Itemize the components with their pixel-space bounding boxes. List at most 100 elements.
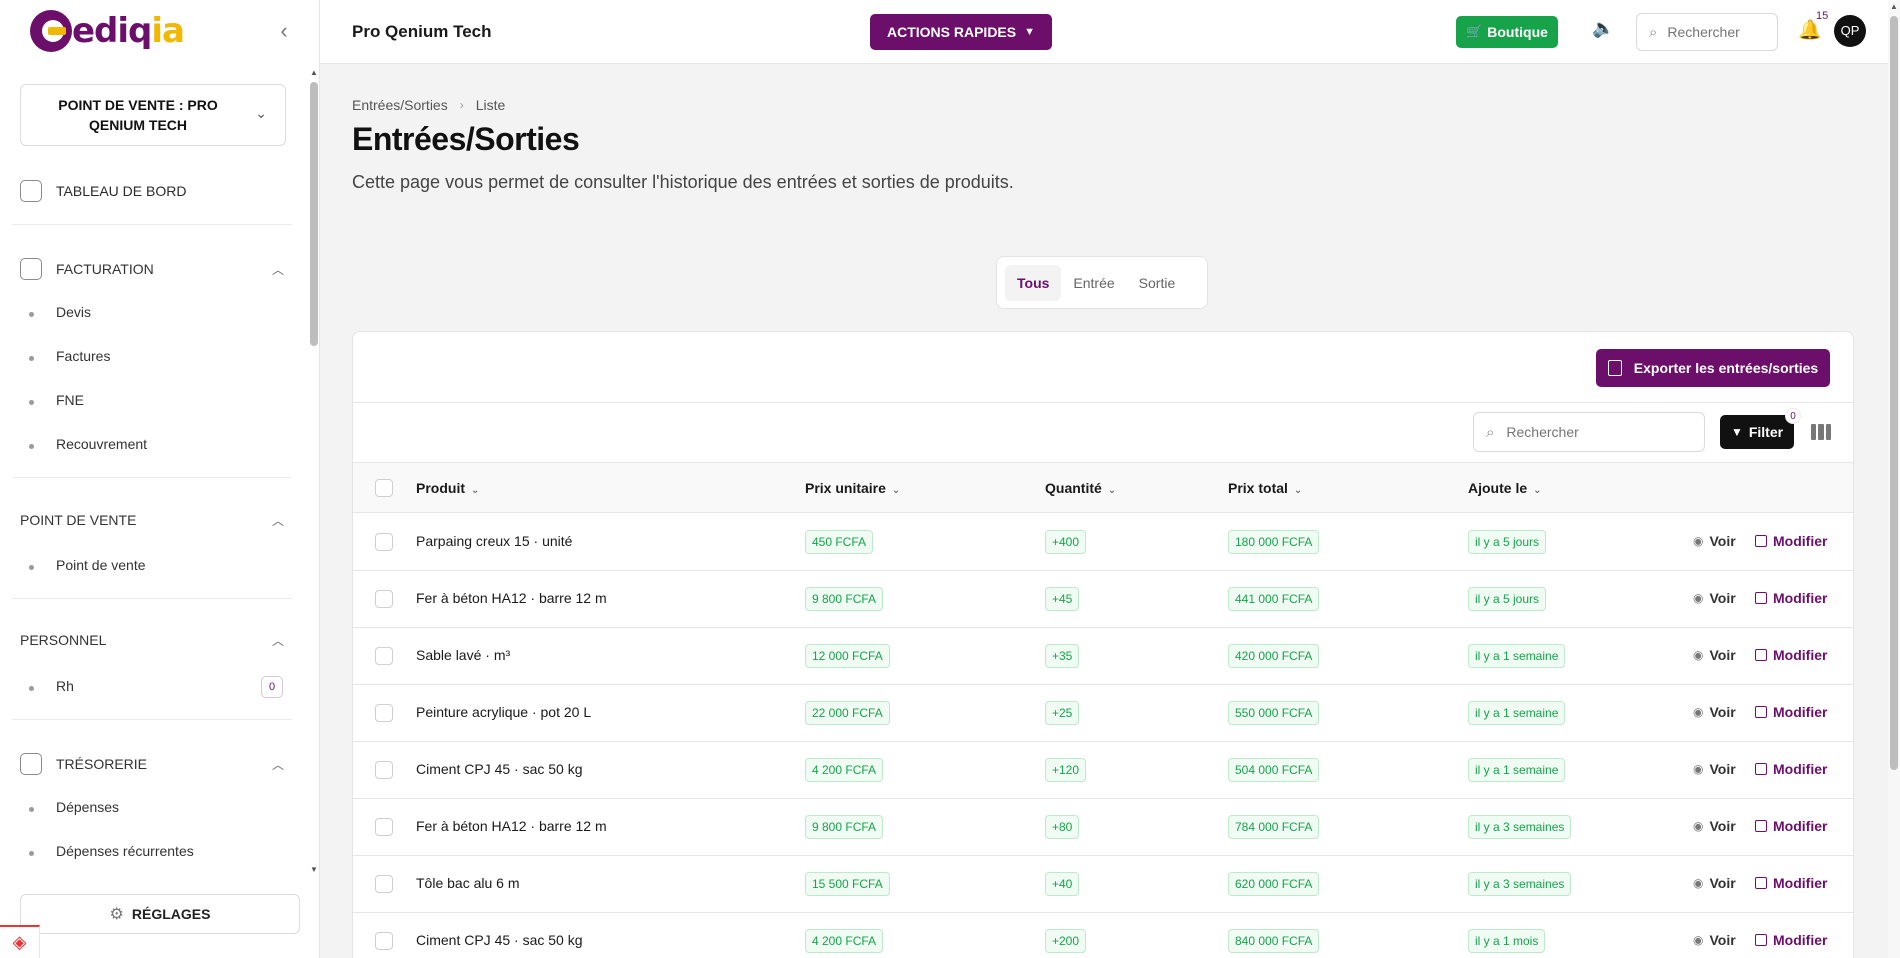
scrollbar-thumb[interactable] bbox=[310, 82, 318, 346]
column-label: Prix unitaire bbox=[805, 480, 886, 496]
laravel-debug-icon[interactable]: ◈ bbox=[0, 925, 40, 958]
quantity-badge: +40 bbox=[1045, 872, 1080, 896]
page-scrollbar[interactable]: ▲ bbox=[1888, 0, 1900, 958]
view-label: Voir bbox=[1709, 533, 1736, 549]
section-tresorerie[interactable]: TRÉSORERIE ︿ bbox=[20, 753, 288, 775]
row-checkbox[interactable] bbox=[375, 875, 393, 893]
tab-tous[interactable]: Tous bbox=[1005, 264, 1062, 301]
scroll-down-icon[interactable]: ▼ bbox=[310, 865, 318, 874]
columns-icon[interactable] bbox=[1811, 424, 1831, 440]
global-search[interactable]: ⌕ bbox=[1636, 13, 1778, 51]
view-button[interactable]: ◉ Voir bbox=[1693, 590, 1736, 606]
avatar[interactable]: QP bbox=[1834, 15, 1866, 47]
sidebar-item-point-de-vente[interactable]: Point de vente bbox=[56, 557, 146, 573]
view-button[interactable]: ◉ Voir bbox=[1693, 875, 1736, 891]
view-label: Voir bbox=[1709, 875, 1736, 891]
section-facturation[interactable]: FACTURATION ︿ bbox=[20, 258, 288, 280]
added-date-badge: il y a 1 semaine bbox=[1468, 644, 1566, 668]
sidebar-item-devis[interactable]: Devis bbox=[56, 304, 91, 320]
edit-button[interactable]: Modifier bbox=[1755, 647, 1827, 663]
unit-price-badge: 22 000 FCFA bbox=[805, 701, 890, 725]
column-ajoute-le[interactable]: Ajoute le ⌄ bbox=[1468, 480, 1542, 496]
ediqia-logo[interactable]: ediqia bbox=[30, 10, 185, 52]
section-point-de-vente[interactable]: POINT DE VENTE ︿ bbox=[20, 512, 288, 528]
speaker-icon[interactable]: 🔈 bbox=[1592, 18, 1614, 39]
sidebar-item-label: TABLEAU DE BORD bbox=[56, 183, 187, 199]
sidebar-item-factures[interactable]: Factures bbox=[56, 348, 110, 364]
chevron-up-icon: ︿ bbox=[271, 262, 284, 277]
view-button[interactable]: ◉ Voir bbox=[1693, 704, 1736, 720]
edit-label: Modifier bbox=[1773, 533, 1828, 549]
section-personnel[interactable]: PERSONNEL ︿ bbox=[20, 632, 288, 648]
scrollbar-thumb[interactable] bbox=[1890, 16, 1898, 770]
column-quantite[interactable]: Quantité ⌄ bbox=[1045, 480, 1116, 496]
tab-sortie[interactable]: Sortie bbox=[1127, 265, 1188, 301]
settings-button[interactable]: ⚙ RÉGLAGES bbox=[20, 894, 300, 934]
select-all-checkbox[interactable] bbox=[375, 479, 393, 497]
divider bbox=[12, 719, 292, 720]
column-prix-unitaire[interactable]: Prix unitaire ⌄ bbox=[805, 480, 900, 496]
scroll-up-icon[interactable]: ▲ bbox=[1890, 2, 1898, 11]
point-of-sale-selector[interactable]: POINT DE VENTE : PRO QENIUM TECH ⌄ bbox=[20, 84, 286, 146]
quick-actions-button[interactable]: ACTIONS RAPIDES ▼ bbox=[870, 14, 1052, 50]
breadcrumb-link[interactable]: Entrées/Sorties bbox=[352, 97, 448, 113]
edit-button[interactable]: Modifier bbox=[1755, 932, 1827, 948]
row-checkbox[interactable] bbox=[375, 647, 393, 665]
table-row: Ciment CPJ 45 · sac 50 kg 4 200 FCFA +120 5… bbox=[353, 742, 1853, 799]
column-label: Produit bbox=[416, 480, 465, 496]
view-button[interactable]: ◉ Voir bbox=[1693, 533, 1736, 549]
edit-button[interactable]: Modifier bbox=[1755, 704, 1827, 720]
view-button[interactable]: ◉ Voir bbox=[1693, 761, 1736, 777]
view-button[interactable]: ◉ Voir bbox=[1693, 818, 1736, 834]
edit-button[interactable]: Modifier bbox=[1755, 590, 1827, 606]
type-tabs: Tous Entrée Sortie bbox=[996, 256, 1208, 309]
view-label: Voir bbox=[1709, 704, 1736, 720]
top-bar: Pro Qenium Tech ACTIONS RAPIDES ▼ 🛒 Bout… bbox=[320, 0, 1888, 64]
eye-icon: ◉ bbox=[1693, 705, 1704, 719]
view-label: Voir bbox=[1709, 761, 1736, 777]
sidebar-scrollbar[interactable]: ▲ ▼ bbox=[308, 64, 320, 876]
table-search[interactable]: ⌕ bbox=[1473, 412, 1705, 452]
export-label: Exporter les entrées/sorties bbox=[1633, 360, 1819, 376]
logo-mark-icon bbox=[30, 10, 72, 52]
chevron-down-icon: ⌄ bbox=[891, 485, 901, 496]
row-checkbox[interactable] bbox=[375, 761, 393, 779]
unit-price-badge: 9 800 FCFA bbox=[805, 587, 884, 611]
filter-button[interactable]: ▼ Filter bbox=[1720, 415, 1794, 449]
row-checkbox[interactable] bbox=[375, 932, 393, 950]
row-checkbox[interactable] bbox=[375, 818, 393, 836]
view-button[interactable]: ◉ Voir bbox=[1693, 647, 1736, 663]
shop-button[interactable]: 🛒 Boutique bbox=[1456, 16, 1558, 48]
row-checkbox[interactable] bbox=[375, 704, 393, 722]
edit-button[interactable]: Modifier bbox=[1755, 761, 1827, 777]
edit-button[interactable]: Modifier bbox=[1755, 533, 1827, 549]
sidebar-item-depenses-recurrentes[interactable]: Dépenses récurrentes bbox=[56, 843, 194, 859]
edit-button[interactable]: Modifier bbox=[1755, 818, 1827, 834]
tab-entree[interactable]: Entrée bbox=[1061, 265, 1126, 301]
store-name: Pro Qenium Tech bbox=[352, 22, 492, 41]
edit-button[interactable]: Modifier bbox=[1755, 875, 1827, 891]
sidebar-menu: POINT DE VENTE : PRO QENIUM TECH ⌄ TABLE… bbox=[0, 64, 308, 876]
sidebar-item-dashboard[interactable]: TABLEAU DE BORD bbox=[20, 180, 186, 202]
sidebar-item-depenses[interactable]: Dépenses bbox=[56, 799, 119, 815]
bullet-icon bbox=[29, 851, 34, 856]
added-date-badge: il y a 1 semaine bbox=[1468, 701, 1566, 725]
column-prix-total[interactable]: Prix total ⌄ bbox=[1228, 480, 1302, 496]
global-search-input[interactable] bbox=[1667, 24, 1758, 40]
column-produit[interactable]: Produit ⌄ bbox=[416, 480, 479, 496]
sidebar-item-rh[interactable]: Rh bbox=[56, 678, 74, 694]
view-button[interactable]: ◉ Voir bbox=[1693, 932, 1736, 948]
table-search-input[interactable] bbox=[1506, 424, 1687, 440]
collapse-sidebar-icon[interactable]: ‹ bbox=[274, 20, 294, 42]
unit-price-badge: 15 500 FCFA bbox=[805, 872, 890, 896]
sidebar-item-recouvrement[interactable]: Recouvrement bbox=[56, 436, 147, 452]
row-checkbox[interactable] bbox=[375, 590, 393, 608]
row-checkbox[interactable] bbox=[375, 533, 393, 551]
bullet-icon bbox=[29, 312, 34, 317]
scroll-up-icon[interactable]: ▲ bbox=[310, 68, 318, 77]
export-button[interactable]: Exporter les entrées/sorties bbox=[1596, 349, 1830, 387]
eye-icon: ◉ bbox=[1693, 819, 1704, 833]
movements-card: Exporter les entrées/sorties ⌕ ▼ Filter … bbox=[352, 331, 1854, 958]
edit-icon bbox=[1755, 706, 1767, 718]
sidebar-item-fne[interactable]: FNE bbox=[56, 392, 84, 408]
